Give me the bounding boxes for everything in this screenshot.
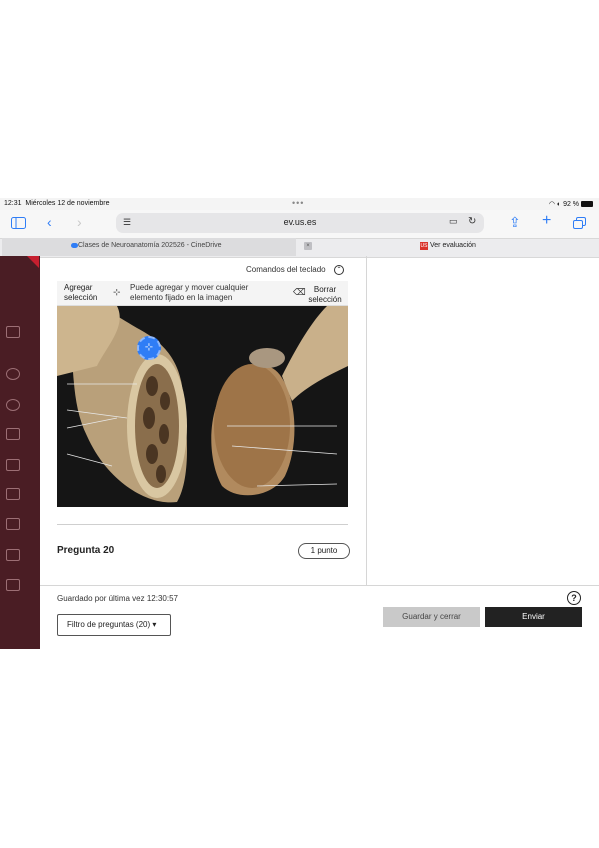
hotspot-hint: Puede agregar y mover cualquier elemento… xyxy=(130,283,249,302)
new-tab-icon[interactable]: + xyxy=(542,213,551,229)
keyboard-commands-link[interactable]: Comandos del teclado xyxy=(246,265,326,274)
bookmark-ribbon-icon xyxy=(27,256,39,268)
panel-divider xyxy=(366,256,367,586)
multitask-dots-icon[interactable]: ••• xyxy=(292,198,304,208)
tab-label: Clases de Neuroanatomía 202526 - CineDri… xyxy=(78,242,222,249)
status-date: Miércoles 12 de noviembre xyxy=(25,200,110,207)
cloud-icon xyxy=(71,243,78,248)
battery-icon xyxy=(581,201,593,208)
globe-icon[interactable] xyxy=(6,399,20,411)
question-filter-dropdown[interactable]: Filtro de preguntas (20) ▾ xyxy=(57,614,171,636)
status-bar: 12:31 Miércoles 12 de noviembre ••• ◠ ◐ … xyxy=(0,198,599,210)
eraser-icon[interactable]: ⌫ xyxy=(293,287,306,298)
hotspot-marker-icon[interactable]: ⊹ xyxy=(137,336,161,360)
footer-divider xyxy=(40,585,599,586)
tab-cinedrive[interactable]: Clases de Neuroanatomía 202526 - CineDri… xyxy=(2,238,296,256)
close-tab-icon[interactable]: × xyxy=(304,242,312,250)
tab-label: Ver evaluación xyxy=(430,242,476,249)
mail-icon[interactable] xyxy=(6,488,20,500)
question-title: Pregunta 20 xyxy=(57,545,115,556)
back-icon[interactable]: ‹ xyxy=(47,215,52,229)
help-icon[interactable]: ? xyxy=(567,591,581,605)
tabs-icon[interactable] xyxy=(573,216,586,234)
anatomy-image[interactable] xyxy=(57,306,348,507)
grades-icon[interactable] xyxy=(6,518,20,530)
translate-icon[interactable]: ▭ xyxy=(449,216,458,227)
add-selection-button[interactable]: Agregar selección xyxy=(64,283,104,303)
person-icon[interactable] xyxy=(6,368,20,380)
status-time: 12:31 xyxy=(4,200,22,207)
moon-icon: ◐ xyxy=(556,201,562,208)
anatomy-image-drawing xyxy=(57,306,348,507)
url-text[interactable]: ev.us.es xyxy=(116,217,484,227)
us-favicon-icon: US xyxy=(420,242,428,250)
last-saved-text: Guardado por última vez 12:30:57 xyxy=(57,594,178,603)
logout-icon[interactable] xyxy=(6,579,20,591)
pin-icon: ⊹ xyxy=(113,287,121,297)
address-bar[interactable]: ☰ ev.us.es ▭ ↻ xyxy=(116,213,484,233)
edit-icon[interactable] xyxy=(6,549,20,561)
points-badge: 1 punto xyxy=(298,543,350,559)
institution-icon[interactable] xyxy=(6,326,20,338)
filter-label: Filtro de preguntas (20) xyxy=(67,620,151,629)
clear-selection-button[interactable]: Borrar selección xyxy=(305,285,345,305)
reload-icon[interactable]: ↻ xyxy=(468,216,476,227)
divider xyxy=(57,524,348,525)
document-icon[interactable] xyxy=(6,428,20,440)
battery-percent: 92 % xyxy=(563,201,580,208)
status-time-date: 12:31 Miércoles 12 de noviembre xyxy=(4,200,109,207)
left-nav-rail xyxy=(0,256,40,649)
status-right: ◠ ◐ 92 % xyxy=(549,200,593,208)
wifi-icon: ◠ xyxy=(548,201,555,208)
save-and-close-button[interactable]: Guardar y cerrar xyxy=(383,607,480,627)
caret-down-icon: ▾ xyxy=(152,620,157,629)
send-button[interactable]: Enviar xyxy=(485,607,582,627)
keyboard-icon[interactable]: ⌃ xyxy=(334,265,344,275)
share-icon[interactable]: ⇪ xyxy=(509,215,521,229)
calendar-icon[interactable] xyxy=(6,459,20,471)
forward-icon[interactable]: › xyxy=(77,215,82,229)
sidebar-icon[interactable] xyxy=(11,217,26,231)
